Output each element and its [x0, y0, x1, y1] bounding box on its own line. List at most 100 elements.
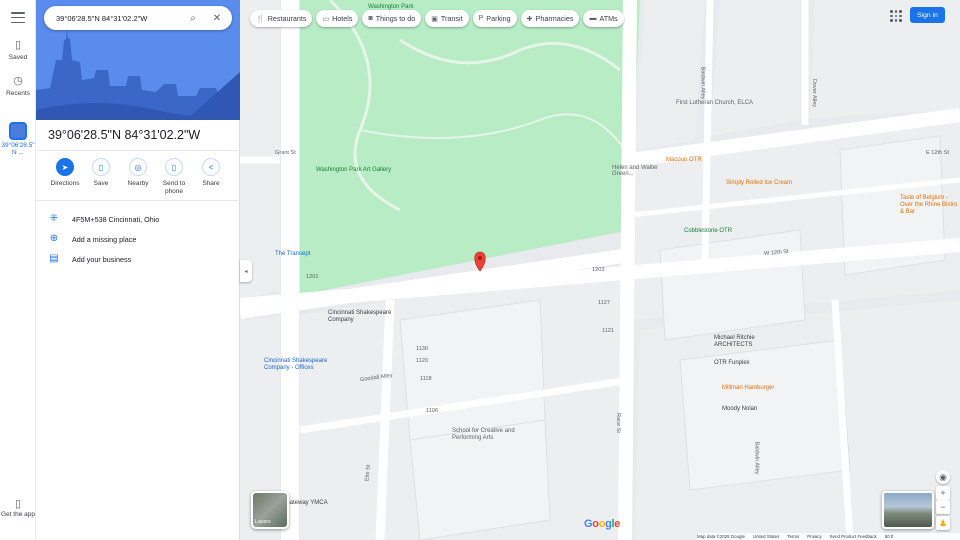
poi-label[interactable]: Washington Park Art Gallery	[316, 167, 391, 173]
chevron-left-icon: ◂	[244, 268, 248, 275]
poi-label[interactable]: The Transept	[275, 251, 310, 257]
saved-button[interactable]: ▯ Saved	[0, 38, 36, 61]
search-box: ⌕ ✕	[44, 6, 232, 30]
poi-label[interactable]: Cincinnati Shakespeare Company - Offices	[264, 358, 334, 372]
terms-link[interactable]: Terms	[787, 534, 799, 539]
poi-label[interactable]: Millman Hamburger	[722, 385, 782, 392]
country-link[interactable]: United States	[753, 534, 779, 539]
recent-place-thumbnail[interactable]	[9, 122, 27, 140]
menu-icon[interactable]	[11, 12, 25, 24]
address-label: 1121	[602, 328, 615, 334]
poi-label[interactable]: Simply Rolled Ice Cream	[726, 180, 806, 187]
share-button[interactable]: < Share	[191, 158, 231, 188]
chip-hotels[interactable]: ▭ Hotels	[316, 10, 359, 27]
chip-restaurants[interactable]: 🍴 Restaurants	[250, 10, 313, 27]
directions-label: Directions	[50, 180, 80, 187]
recents-button[interactable]: ◷ Recents	[0, 74, 36, 97]
hotel-icon: ▭	[322, 15, 330, 23]
phone-icon: ▯	[165, 158, 183, 176]
camera-icon: ◙	[368, 15, 373, 22]
feedback-link[interactable]: Send Product Feedback	[830, 534, 877, 539]
zoom-out-button[interactable]: −	[936, 500, 950, 514]
map-canvas[interactable]: Grant St W 12th St E 12th St Elm St Race…	[240, 0, 960, 540]
apps-grid-icon[interactable]	[890, 10, 902, 22]
poi-label[interactable]: OTR Funplex	[714, 360, 750, 366]
search-input[interactable]	[56, 13, 182, 23]
address-label: 1118	[420, 376, 432, 382]
chip-pharmacies[interactable]: ✚ Pharmacies	[520, 10, 580, 27]
save-label: Save	[93, 180, 109, 187]
address-label: 1120	[416, 358, 429, 364]
collapse-panel-button[interactable]: ◂	[240, 260, 252, 282]
search-icon[interactable]: ⌕	[186, 13, 200, 24]
add-missing-place-row[interactable]: ⊕ Add a missing place	[48, 231, 238, 247]
chip-transit[interactable]: ▣ Transit	[425, 10, 469, 27]
atm-icon: ▬	[589, 15, 597, 22]
storefront-icon: ▤	[49, 253, 59, 264]
get-app-button[interactable]: ▯ Get the app	[0, 498, 36, 519]
add-business-text: Add your business	[72, 254, 132, 264]
zoom-in-button[interactable]: +	[936, 486, 950, 500]
address-label: 1203	[592, 267, 605, 273]
my-location-button[interactable]: ◉	[936, 470, 950, 484]
scale-bar[interactable]: 50 ft	[885, 534, 894, 539]
add-location-icon: ⊕	[49, 233, 59, 244]
poi-label[interactable]: Moody Nolan	[722, 406, 757, 412]
divider	[36, 150, 240, 151]
bookmark-icon: ▯	[14, 39, 22, 51]
history-icon: ◷	[13, 75, 23, 87]
saved-label: Saved	[8, 54, 28, 61]
street-view-thumbnail[interactable]	[882, 491, 934, 529]
plus-code-text: 4F5M+538 Cincinnati, Ohio	[72, 214, 160, 224]
transit-icon: ▣	[431, 15, 438, 23]
sign-in-button[interactable]: Sign in	[910, 7, 945, 23]
chip-atms[interactable]: ▬ ATMs	[583, 10, 624, 27]
poi-label[interactable]: Gateway YMCA	[285, 500, 328, 506]
chip-parking[interactable]: P Parking	[472, 10, 517, 27]
address-label: 1127	[598, 300, 611, 306]
minus-icon: −	[940, 502, 946, 512]
directions-button[interactable]: ➤ Directions	[45, 158, 85, 188]
pegman-button[interactable]: ♟	[936, 516, 950, 530]
pharmacy-icon: ✚	[526, 15, 533, 23]
poi-label[interactable]: Helen and Walter Green...	[612, 165, 662, 177]
chip-label: Hotels	[332, 14, 353, 23]
poi-label[interactable]: Macoun OTR	[666, 157, 702, 163]
recent-place-label[interactable]: 39°06'28.5"N ...	[0, 142, 36, 156]
nearby-button[interactable]: ◎ Nearby	[118, 158, 158, 188]
street-label: E 12th St	[926, 150, 950, 156]
poi-label[interactable]: School for Creative and Performing Arts	[452, 428, 522, 442]
poi-label[interactable]: Cobblestone OTR	[684, 228, 732, 234]
chip-things-to-do[interactable]: ◙ Things to do	[362, 10, 422, 27]
place-panel: 39°06'28.5"N 84°31'02.2"W ➤ Directions ▯…	[36, 0, 240, 540]
get-app-label: Get the app	[1, 511, 35, 518]
share-icon: <	[202, 158, 220, 176]
send-to-phone-button[interactable]: ▯ Send to phone	[154, 158, 194, 196]
poi-label[interactable]: First Lutheran Church, ELCA	[676, 100, 756, 107]
save-button[interactable]: ▯ Save	[81, 158, 121, 188]
share-label: Share	[202, 180, 220, 187]
street-label: Grant St	[275, 150, 296, 156]
plus-code-row[interactable]: ⁜ 4F5M+538 Cincinnati, Ohio	[48, 211, 238, 227]
poi-label[interactable]: Taste of Belgium - Over the Rhine Bistro…	[900, 195, 960, 216]
pegman-icon: ♟	[938, 517, 948, 528]
side-rail: ▯ Saved ◷ Recents 39°06'28.5"N ... ▯ Get…	[0, 0, 36, 540]
add-business-row[interactable]: ▤ Add your business	[48, 251, 238, 267]
privacy-link[interactable]: Privacy	[807, 534, 821, 539]
poi-label[interactable]: Cincinnati Shakespeare Company	[328, 310, 408, 324]
poi-label[interactable]: Michael Ritchie ARCHITECTS	[714, 335, 784, 349]
layers-button[interactable]: Layers	[251, 491, 289, 529]
street-label: Baldwin Alley	[699, 66, 706, 100]
address-label: 1130	[416, 346, 429, 352]
google-logo: Google	[584, 518, 621, 530]
chip-label: Pharmacies	[535, 14, 574, 23]
divider	[36, 200, 240, 201]
recents-label: Recents	[6, 90, 30, 97]
chip-label: ATMs	[599, 14, 618, 23]
category-chips: 🍴 Restaurants ▭ Hotels ◙ Things to do ▣ Tran…	[250, 10, 628, 27]
map-footer: Map data ©2025 Google United States Term…	[697, 533, 960, 540]
nearby-icon: ◎	[129, 158, 147, 176]
close-icon[interactable]: ✕	[210, 13, 224, 24]
phone-icon: ▯	[14, 498, 22, 510]
nearby-label: Nearby	[127, 180, 149, 187]
